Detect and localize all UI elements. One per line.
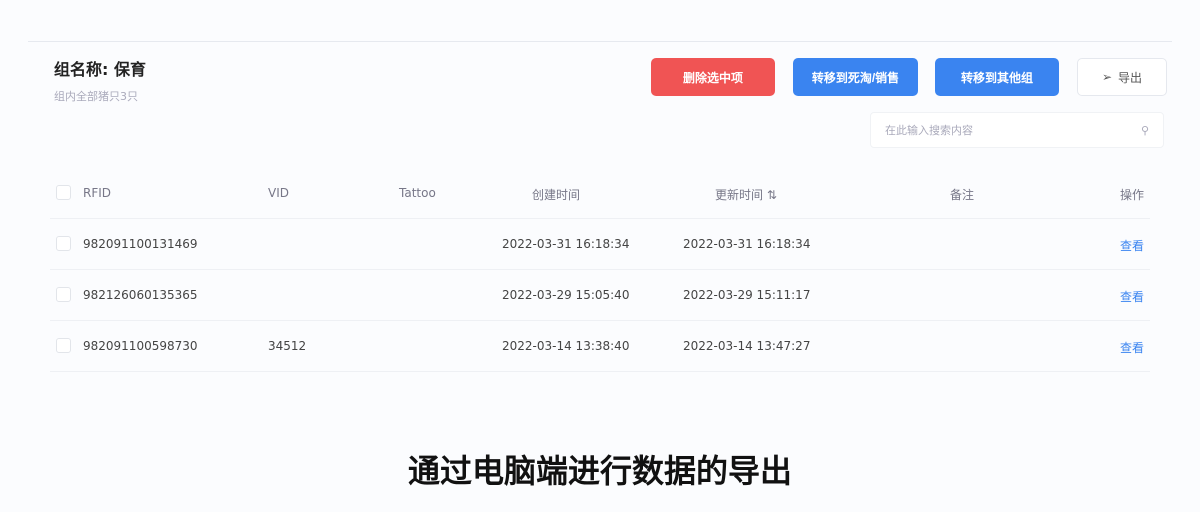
transfer-other-group-button[interactable]: 转移到其他组 — [935, 58, 1059, 96]
caption: 通过电脑端进行数据的导出 — [407, 452, 792, 490]
rfid: 982091100131469 — [83, 237, 198, 251]
header-note: 备注 — [950, 188, 975, 202]
transfer-dead-sale-button[interactable]: 转移到死淘/销售 — [793, 58, 918, 96]
select-all-checkbox[interactable] — [56, 185, 71, 200]
row-checkbox[interactable] — [56, 287, 71, 302]
header-action: 操作 — [1120, 188, 1145, 202]
table-row: 982091100598730 34512 2022-03-14 13:38:4… — [50, 321, 1150, 372]
updated: 2022-03-29 15:11:17 — [683, 288, 811, 302]
vid: 34512 — [268, 339, 307, 353]
rfid: 982126060135365 — [83, 288, 198, 302]
search-placeholder: 在此输入搜索内容 — [885, 124, 973, 137]
rfid: 982091100598730 — [83, 339, 198, 353]
export-label: 导出 — [1118, 70, 1143, 85]
view-link[interactable]: 查看 — [1120, 339, 1144, 356]
search-input[interactable]: 在此输入搜索内容 ⚲ — [870, 112, 1164, 148]
send-icon: ➢ — [1101, 70, 1113, 84]
updated: 2022-03-14 13:47:27 — [683, 339, 811, 353]
header-created[interactable]: 创建时间 — [532, 186, 580, 203]
header-tattoo[interactable]: Tattoo — [399, 186, 436, 200]
header-vid[interactable]: VID — [268, 186, 289, 200]
created: 2022-03-29 15:05:40 — [502, 288, 630, 302]
group-count: 组内全部猪只3只 — [54, 90, 138, 103]
view-link[interactable]: 查看 — [1120, 288, 1144, 305]
delete-selected-button[interactable]: 删除选中项 — [651, 58, 775, 96]
updated: 2022-03-31 16:18:34 — [683, 237, 811, 251]
view-link[interactable]: 查看 — [1120, 237, 1144, 254]
header-rfid[interactable]: RFID — [83, 186, 111, 200]
export-button[interactable]: ➢ 导出 — [1077, 58, 1167, 96]
row-checkbox[interactable] — [56, 338, 71, 353]
header-updated[interactable]: 更新时间 ⇅ — [715, 186, 777, 203]
search-icon[interactable]: ⚲ — [1141, 124, 1149, 137]
divider — [28, 41, 1172, 42]
table-header: RFID VID Tattoo 创建时间 更新时间 ⇅ 备注 操作 — [50, 168, 1150, 219]
created: 2022-03-14 13:38:40 — [502, 339, 630, 353]
table-row: 982126060135365 2022-03-29 15:05:40 2022… — [50, 270, 1150, 321]
group-title: 组名称: 保育 — [54, 60, 146, 79]
table-row: 982091100131469 2022-03-31 16:18:34 2022… — [50, 219, 1150, 270]
row-checkbox[interactable] — [56, 236, 71, 251]
created: 2022-03-31 16:18:34 — [502, 237, 630, 251]
